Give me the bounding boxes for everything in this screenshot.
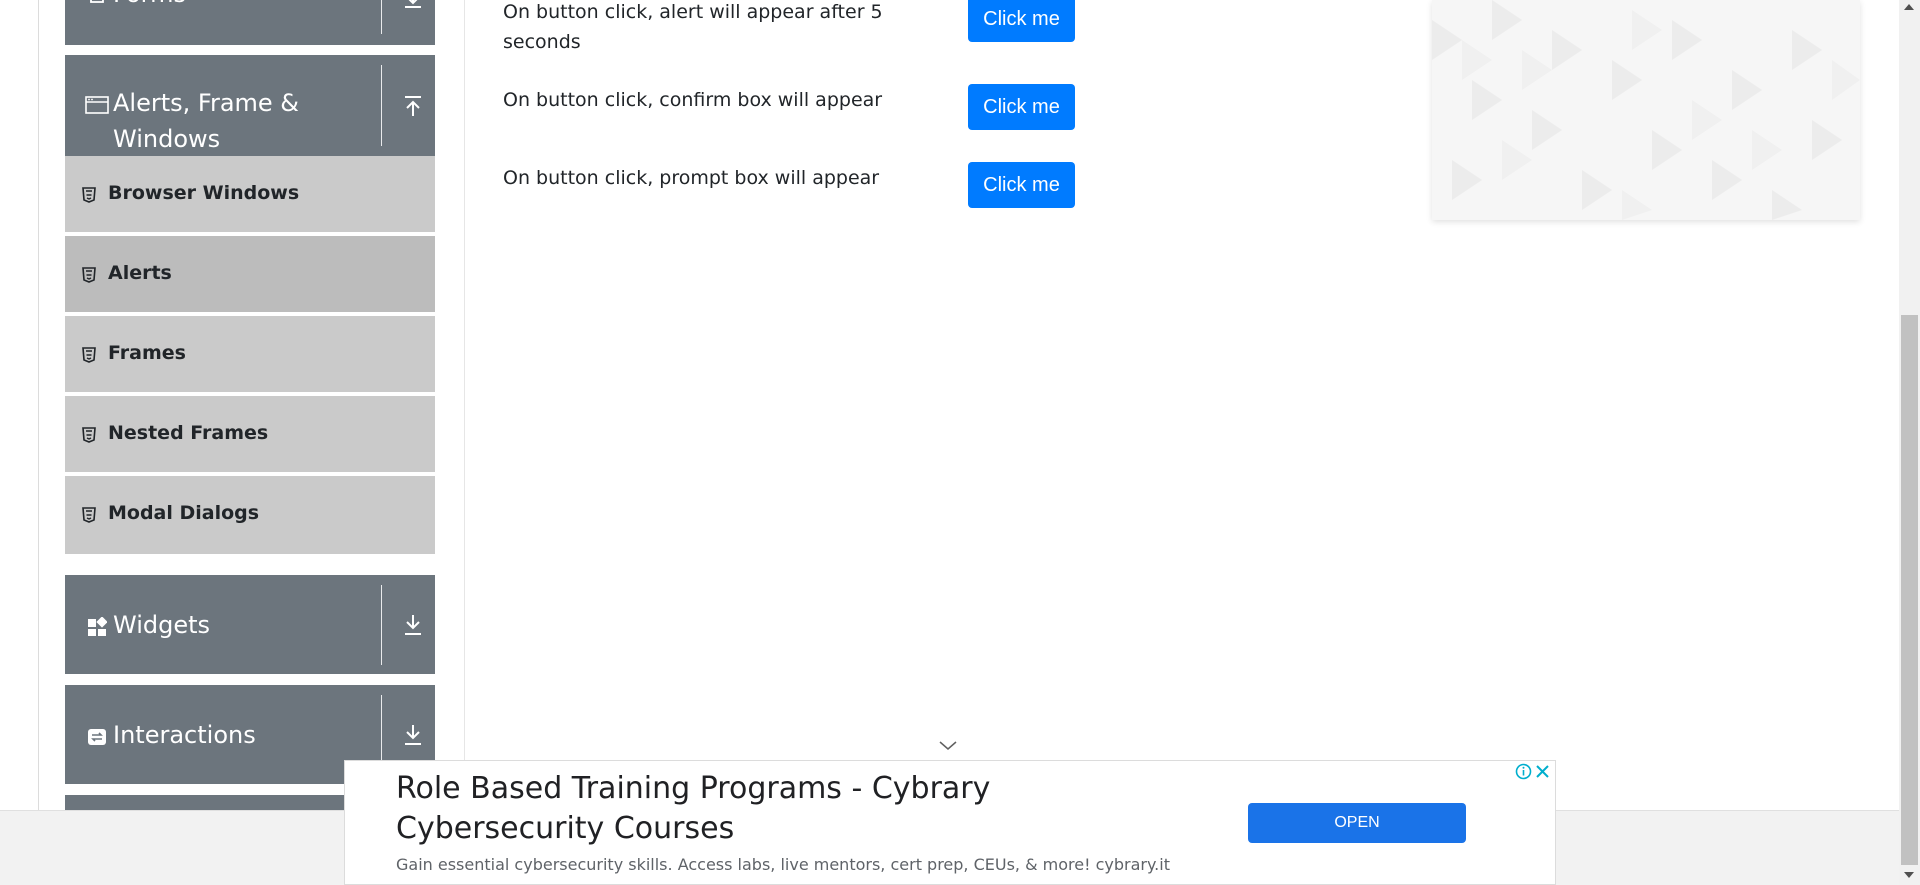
html5-icon — [82, 267, 96, 283]
html5-icon — [82, 427, 96, 443]
side-ad-card — [1432, 0, 1860, 220]
prompt-box-description: On button click, prompt box will appear — [503, 167, 880, 189]
sidebar-group-widgets[interactable]: Widgets — [65, 575, 435, 674]
download-arrow-icon[interactable] — [402, 725, 424, 747]
sidebar-group-forms[interactable]: Forms — [65, 0, 435, 45]
html5-icon — [82, 187, 96, 203]
sidebar-item-label: Frames — [108, 342, 186, 364]
ad-title[interactable]: Role Based Training Programs - Cybrary C… — [396, 769, 1156, 849]
download-arrow-icon[interactable] — [402, 0, 424, 12]
html5-icon — [82, 347, 96, 363]
alert-timer-description: On button click, alert will appear after… — [503, 1, 883, 53]
sidebar-item-label: Browser Windows — [108, 182, 300, 204]
scroll-up-arrow-icon[interactable] — [1904, 4, 1914, 10]
document-icon — [90, 0, 104, 3]
ad-open-button[interactable]: OPEN — [1248, 803, 1466, 843]
sidebar-group-alerts-label: Alerts, Frame & Windows — [113, 89, 300, 153]
confirm-box-description: On button click, confirm box will appear — [503, 89, 883, 111]
sidebar-item-label: Modal Dialogs — [108, 502, 260, 524]
sidebar-group-widgets-label: Widgets — [113, 611, 211, 639]
scrollbar-thumb[interactable] — [1901, 315, 1918, 865]
sidebar-item-modal-dialogs[interactable]: Modal Dialogs — [65, 476, 435, 554]
sidebar-item-alerts[interactable]: Alerts — [65, 236, 435, 314]
triangle-pattern-image — [1432, 0, 1860, 220]
chevron-down-icon[interactable] — [939, 740, 957, 752]
widgets-icon — [88, 617, 107, 636]
sidebar-right-border — [464, 0, 465, 810]
sidebar-group-divider — [381, 65, 382, 146]
sidebar-item-label: Nested Frames — [108, 422, 269, 444]
download-arrow-icon[interactable] — [402, 615, 424, 637]
timer-alert-button[interactable]: Click me — [968, 0, 1075, 42]
upload-arrow-icon[interactable] — [402, 94, 424, 116]
sidebar-item-nested-frames[interactable]: Nested Frames — [65, 396, 435, 474]
sidebar-item-browser-windows[interactable]: Browser Windows — [65, 156, 435, 234]
sidebar-group-alerts-frame-windows[interactable]: Alerts, Frame & Windows — [65, 55, 435, 156]
browser-window-icon — [85, 96, 109, 114]
scroll-down-arrow-icon[interactable] — [1904, 872, 1914, 878]
page-left-border — [38, 0, 39, 810]
prompt-button[interactable]: Click me — [968, 162, 1075, 208]
sidebar-item-frames[interactable]: Frames — [65, 316, 435, 394]
ad-description: Gain essential cybersecurity skills. Acc… — [396, 855, 1170, 874]
html5-icon — [82, 507, 96, 523]
sidebar-group-interactions-label: Interactions — [113, 721, 256, 749]
bottom-ad-banner[interactable]: Role Based Training Programs - Cybrary C… — [344, 760, 1556, 885]
sidebar-group-forms-label: Forms — [113, 0, 186, 12]
sidebar-item-label: Alerts — [108, 262, 172, 284]
sidebar-group-divider — [381, 0, 382, 34]
close-icon[interactable] — [1534, 763, 1551, 780]
confirm-button[interactable]: Click me — [968, 84, 1075, 130]
interactions-icon — [88, 729, 106, 745]
sidebar-group-divider — [381, 585, 382, 665]
info-icon[interactable] — [1515, 763, 1532, 780]
